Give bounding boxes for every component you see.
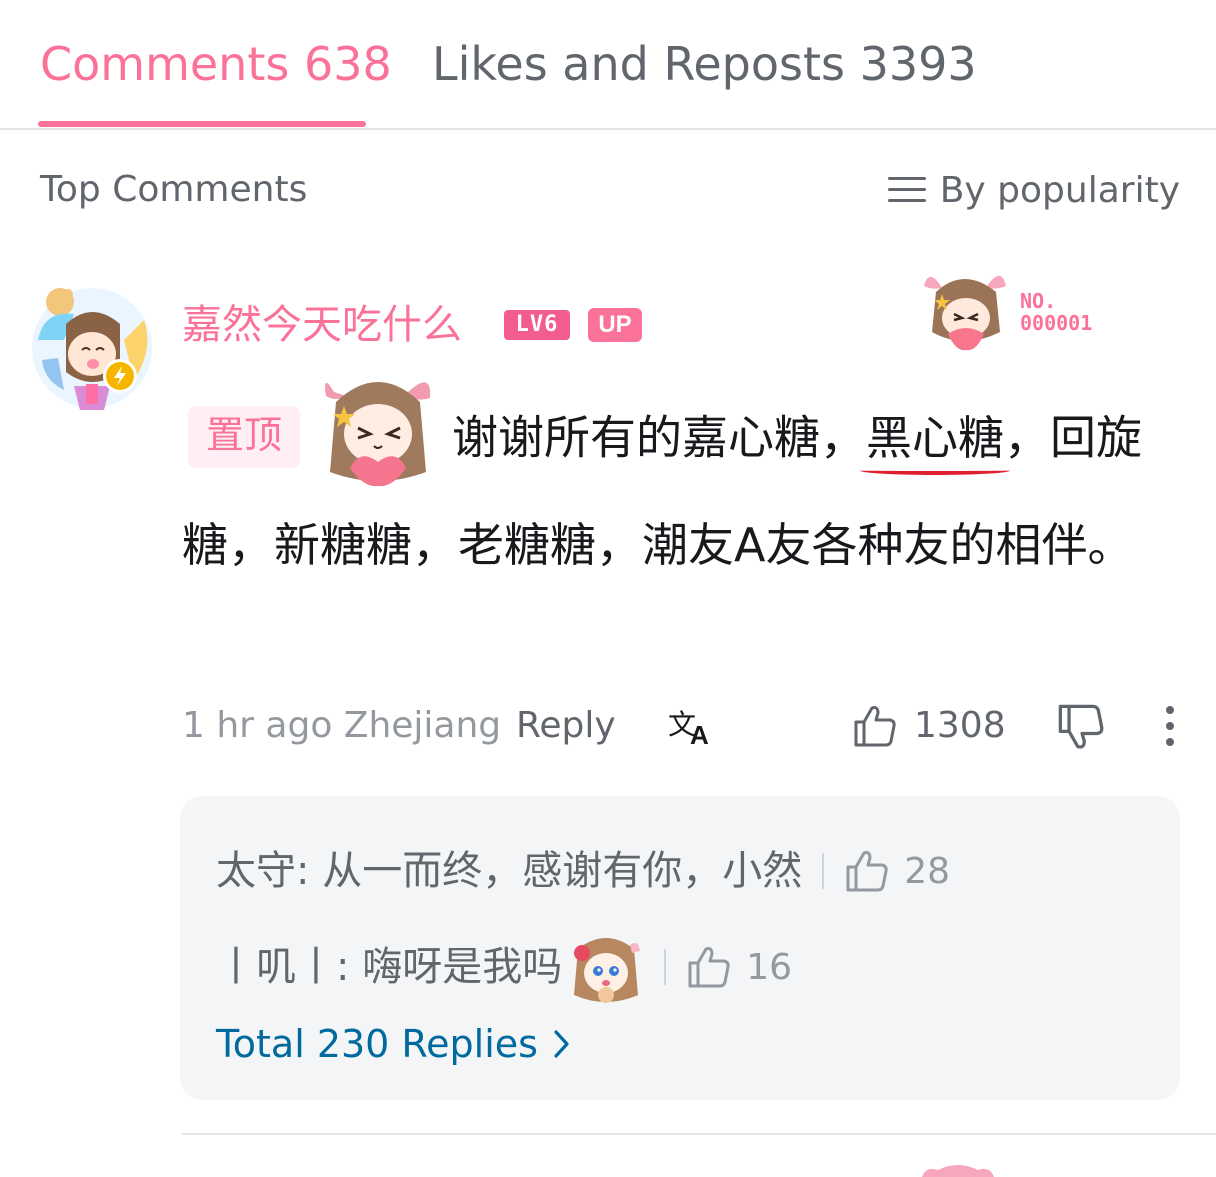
total-replies-label: Total 230 Replies bbox=[216, 1022, 538, 1066]
translate-icon[interactable]: 文 A bbox=[668, 704, 716, 748]
reply-preview-box: 太守: 从一而终，感谢有你，小然 28 丨叽丨: 嗨呀是我吗 16 Total … bbox=[180, 796, 1180, 1100]
chevron-right-icon bbox=[554, 1030, 569, 1058]
level-badge: LV6 bbox=[504, 310, 570, 340]
sort-lines-icon bbox=[887, 174, 928, 206]
reply-like-count: 28 bbox=[904, 850, 951, 892]
reply-like-button[interactable]: 28 bbox=[844, 849, 950, 893]
reply-like-button[interactable]: 16 bbox=[686, 945, 792, 989]
like-count: 1308 bbox=[914, 705, 1006, 746]
fan-card-image bbox=[916, 262, 1036, 352]
avatar[interactable] bbox=[24, 280, 160, 416]
reply-item[interactable]: 太守: 从一而终，感谢有你，小然 28 bbox=[216, 836, 950, 906]
reply-button[interactable]: Reply bbox=[516, 698, 616, 754]
pinned-tag: 置顶 bbox=[188, 406, 301, 468]
reply-text: 太守: 从一而终，感谢有你，小然 bbox=[216, 848, 803, 894]
active-tab-indicator bbox=[38, 121, 366, 127]
total-replies-link[interactable]: Total 230 Replies bbox=[216, 1018, 572, 1070]
avatar-illustration bbox=[32, 288, 152, 410]
emote-sticker-icon bbox=[574, 938, 641, 1003]
heart-emote-sticker bbox=[325, 382, 431, 487]
up-badge: UP bbox=[588, 308, 642, 342]
comment-divider bbox=[182, 1133, 1216, 1135]
comment-username[interactable]: 嘉然今天吃什么 bbox=[182, 298, 462, 352]
section-title: Top Comments bbox=[40, 169, 308, 210]
comment-actions: 1 hr ago Zhejiang Reply 文 A 1308 bbox=[182, 698, 1182, 754]
comment-tabs: Comments 638 Likes and Reposts 3393 bbox=[0, 0, 1216, 130]
more-vertical-icon[interactable] bbox=[1160, 704, 1180, 748]
reply-separator bbox=[664, 949, 667, 985]
thumbs-down-icon[interactable] bbox=[1056, 702, 1106, 752]
thumbs-up-icon bbox=[688, 947, 730, 988]
reply-separator bbox=[822, 853, 825, 889]
tab-likes-and-reposts[interactable]: Likes and Reposts 3393 bbox=[432, 34, 977, 94]
sort-label: By popularity bbox=[939, 169, 1180, 211]
next-comment-sticker-peek bbox=[922, 1165, 994, 1177]
comment-text: 置顶 谢谢所有的嘉心糖，黑心糖，回旋糖，新糖糖，老糖糖，潮友A友各种友的相伴。 bbox=[182, 376, 1172, 584]
thumbs-up-icon bbox=[846, 851, 888, 892]
tab-comments[interactable]: Comments 638 bbox=[40, 34, 392, 94]
reply-text: 丨叽丨: 嗨呀是我吗 bbox=[216, 944, 563, 990]
thumbs-up-icon bbox=[854, 706, 896, 747]
fan-card-no-label: NO. bbox=[1020, 289, 1057, 313]
reply-item[interactable]: 丨叽丨: 嗨呀是我吗 16 bbox=[216, 932, 792, 1003]
comment-text-before: 谢谢所有的嘉心糖， bbox=[452, 410, 867, 465]
fan-card-number: NO. 000001 bbox=[1020, 290, 1092, 334]
reply-like-count: 16 bbox=[746, 946, 793, 988]
svg-text:A: A bbox=[690, 720, 709, 748]
fan-card-digits: 000001 bbox=[1020, 311, 1093, 335]
comment-text-underlined: 黑心糖 bbox=[860, 399, 1011, 477]
sort-button[interactable]: By popularity bbox=[887, 166, 1180, 214]
like-button[interactable]: 1308 bbox=[852, 698, 1006, 754]
comment-time-location: 1 hr ago Zhejiang bbox=[182, 705, 502, 746]
